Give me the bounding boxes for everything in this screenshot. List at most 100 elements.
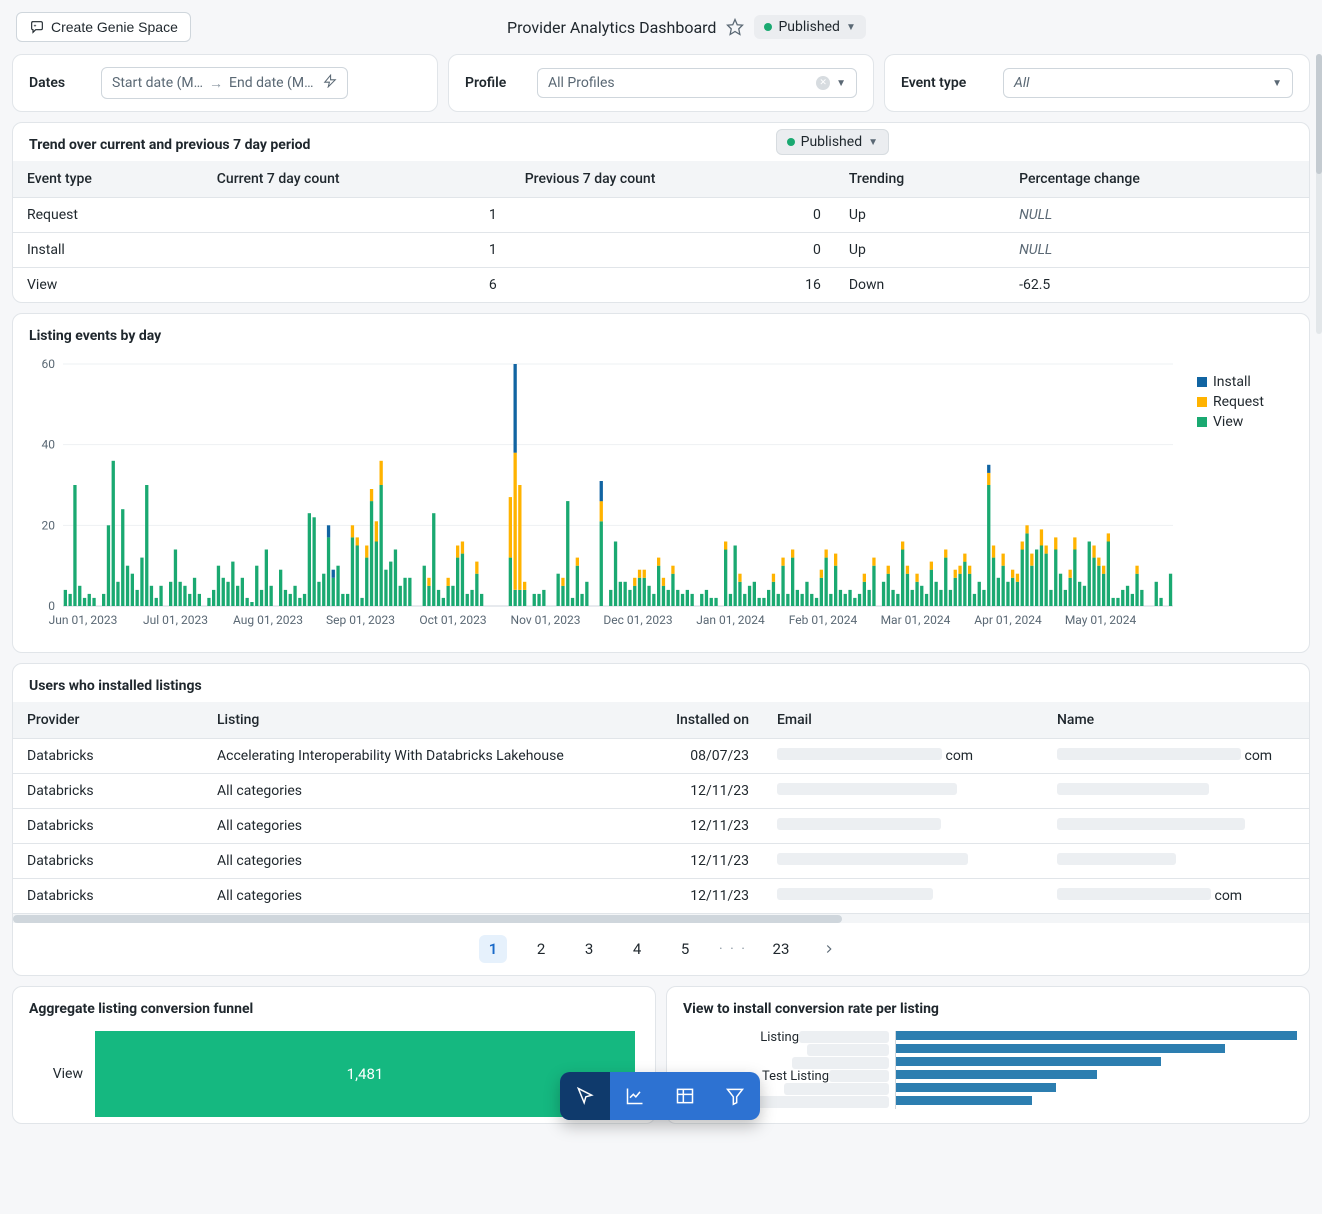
chevron-down-icon: ▼ [1272,78,1282,89]
profile-select[interactable]: All Profiles ✕ ▼ [537,68,857,98]
dashboard-content: Dates Start date (M… → End date (M… Prof… [0,54,1322,1214]
table-cell: 6 [203,268,511,303]
table-cell: 16 [511,268,835,303]
stacked-bar-chart: 0204060Jun 01, 2023Jul 01, 2023Aug 01, 2… [29,356,1189,636]
table-row: DatabricksAll categories12/11/23 [13,774,1309,809]
cursor-tool-button[interactable] [560,1072,610,1120]
table-cell: All categories [203,809,623,844]
table-header-cell[interactable]: Previous 7 day count [511,161,835,198]
funnel-bar-view: 1,481 [95,1031,635,1117]
table-cell: Databricks [13,774,203,809]
status-label: Published [778,19,839,35]
table-cell: 08/07/23 [623,739,763,774]
table-cell: 0 [511,198,835,233]
table-cell: 1 [203,233,511,268]
page-button-last[interactable]: 23 [767,935,795,963]
end-date-placeholder: End date (M… [229,75,313,91]
conversion-bar [896,1070,1097,1079]
start-date-placeholder: Start date (M… [112,75,203,91]
table-cell: com [1043,739,1309,774]
conversion-title: View to install conversion rate per list… [667,987,1309,1025]
filter-event-type: Event type All ▼ [884,54,1310,112]
conversion-bar [896,1083,1056,1092]
table-header-cell[interactable]: Percentage change [1005,161,1309,198]
page-button[interactable]: 3 [575,935,603,963]
filter-tool-button[interactable] [710,1072,760,1120]
filter-event-type-label: Event type [901,75,991,91]
table-cell [1043,809,1309,844]
table-tool-button[interactable] [660,1072,710,1120]
page-button[interactable]: 1 [479,935,507,963]
legend-item[interactable]: View [1197,414,1293,430]
table-cell: -62.5 [1005,268,1309,303]
arrow-right-icon: → [209,75,223,92]
table-cell: 1 [203,198,511,233]
table-header-cell[interactable]: Provider [13,702,203,739]
page-button[interactable]: 5 [671,935,699,963]
conversion-bar [896,1044,1225,1053]
table-cell: Up [835,198,1005,233]
table-cell: Databricks [13,809,203,844]
table-cell: 12/11/23 [623,844,763,879]
clear-icon[interactable]: ✕ [816,76,830,90]
funnel-row-label: View [33,1066,83,1082]
legend-item[interactable]: Request [1197,394,1293,410]
filter-dates: Dates Start date (M… → End date (M… [12,54,438,112]
status-dot-icon [787,138,795,146]
chart-tool-button[interactable] [610,1072,660,1120]
table-header-cell[interactable]: Trending [835,161,1005,198]
conversion-bar [896,1031,1297,1040]
svg-text:Sep 01, 2023: Sep 01, 2023 [326,613,395,627]
table-cell: Up [835,233,1005,268]
svg-text:Jul 01, 2023: Jul 01, 2023 [143,613,208,627]
status-dot-icon [764,23,772,31]
table-cell [763,879,1043,914]
table-header-row: Event typeCurrent 7 day countPrevious 7 … [13,161,1309,198]
trend-panel: Published ▼ Trend over current and previ… [12,122,1310,303]
table-cell [763,809,1043,844]
table-cell: Databricks [13,739,203,774]
table-header-cell[interactable]: Installed on [623,702,763,739]
star-icon[interactable] [726,18,744,36]
funnel-title: Aggregate listing conversion funnel [13,987,655,1025]
table-header-cell[interactable]: Event type [13,161,203,198]
table-header-cell[interactable]: Listing [203,702,623,739]
legend-item[interactable]: Install [1197,374,1293,390]
conversion-label [679,1044,889,1057]
svg-text:Mar 01, 2024: Mar 01, 2024 [881,613,951,627]
table-header-cell[interactable]: Current 7 day count [203,161,511,198]
table-header-cell[interactable]: Name [1043,702,1309,739]
page-button[interactable]: 2 [527,935,555,963]
panel-status-label: Published [801,134,862,150]
filter-profile: Profile All Profiles ✕ ▼ [448,54,874,112]
scrollbar[interactable] [1316,54,1322,334]
panel-status-dropdown[interactable]: Published ▼ [776,129,889,155]
table-cell: All categories [203,879,623,914]
svg-text:Aug 01, 2023: Aug 01, 2023 [233,613,303,627]
page-button[interactable]: 4 [623,935,651,963]
table-cell: All categories [203,774,623,809]
chart-title: Listing events by day [13,314,1309,352]
table-cell: 12/11/23 [623,774,763,809]
top-bar: Create Genie Space Provider Analytics Da… [0,0,1322,54]
table-cell [1043,774,1309,809]
page-next-button[interactable] [815,935,843,963]
table-cell [1043,844,1309,879]
date-range-input[interactable]: Start date (M… → End date (M… [101,67,348,99]
table-cell: 0 [511,233,835,268]
horizontal-scrollbar[interactable] [13,913,1309,923]
table-row: DatabricksAccelerating Interoperability … [13,739,1309,774]
installs-panel: Users who installed listings ProviderLis… [12,663,1310,976]
table-row: DatabricksAll categories12/11/23 com [13,879,1309,914]
page-title: Provider Analytics Dashboard [507,18,716,37]
table-row: Install10UpNULL [13,233,1309,268]
svg-text:Jun 01, 2023: Jun 01, 2023 [49,613,118,627]
installs-table: ProviderListingInstalled onEmailName Dat… [13,702,1309,913]
conversion-bar [896,1096,1032,1105]
table-row: DatabricksAll categories12/11/23 [13,809,1309,844]
trend-table: Event typeCurrent 7 day countPrevious 7 … [13,161,1309,302]
table-header-cell[interactable]: Email [763,702,1043,739]
status-dropdown[interactable]: Published ▼ [754,15,865,39]
svg-text:Feb 01, 2024: Feb 01, 2024 [789,613,858,627]
event-type-select[interactable]: All ▼ [1003,68,1293,98]
